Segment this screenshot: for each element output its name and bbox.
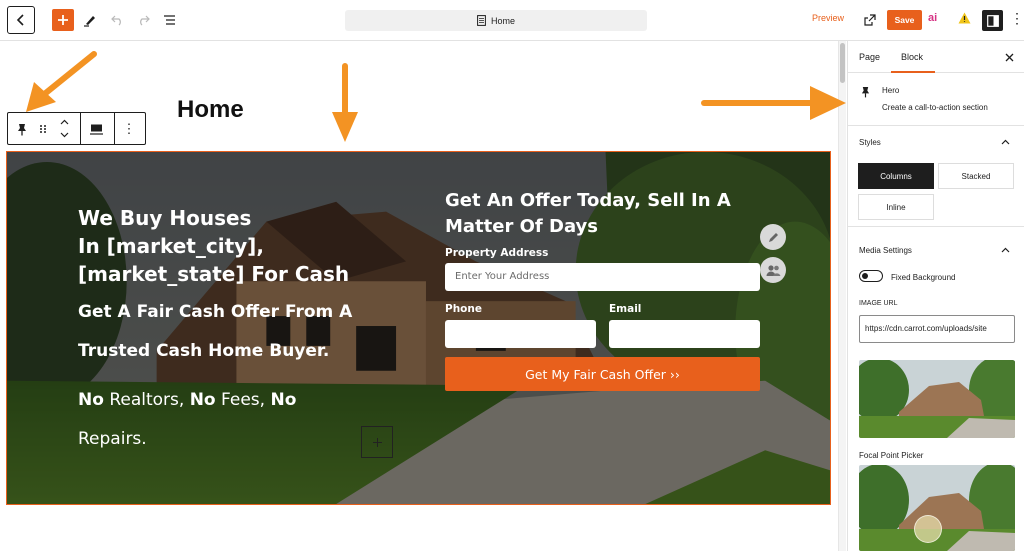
- add-block-inline-button[interactable]: [361, 426, 393, 458]
- page-icon: [477, 15, 486, 26]
- address-label: Property Address: [445, 247, 549, 259]
- form-heading[interactable]: Get An Offer Today, Sell In A Matter Of …: [445, 188, 745, 240]
- pin-icon: [861, 87, 870, 98]
- form-heading-line: Get An Offer Today, Sell In A: [445, 190, 731, 211]
- hero-benefits[interactable]: No Realtors, No Fees, No: [78, 390, 296, 410]
- annotation-arrow-icon: [26, 51, 97, 112]
- users-icon: [766, 264, 780, 276]
- chevron-down-icon: [60, 132, 68, 138]
- annotation-arrow-icon: [332, 63, 358, 142]
- cta-button[interactable]: Get My Fair Cash Offer ››: [445, 357, 760, 391]
- benefit-no: No: [270, 390, 297, 410]
- hero-heading-line: We Buy Houses: [78, 206, 252, 230]
- redo-button[interactable]: [135, 12, 151, 28]
- scrollbar-thumb[interactable]: [840, 43, 845, 83]
- ai-assistant-icon[interactable]: ai: [928, 12, 937, 24]
- toolbar-divider: [114, 113, 115, 144]
- preview-button[interactable]: Preview: [812, 13, 844, 23]
- style-stacked-button[interactable]: Stacked: [938, 163, 1014, 189]
- undo-icon: [110, 15, 121, 26]
- block-description: Create a call-to-action section: [882, 103, 988, 112]
- move-down-button[interactable]: [57, 129, 71, 141]
- plus-icon: [372, 437, 382, 447]
- drag-handle-icon: [40, 125, 46, 133]
- hero-subheading[interactable]: Trusted Cash Home Buyer.: [78, 341, 329, 361]
- block-options-icon[interactable]: ⋮: [121, 121, 137, 137]
- address-input[interactable]: Enter Your Address: [445, 263, 760, 291]
- tab-block[interactable]: Block: [901, 52, 923, 62]
- external-link-icon: [864, 14, 876, 26]
- page-title[interactable]: Home: [177, 96, 244, 124]
- block-name: Hero: [882, 86, 900, 95]
- toggle-knob: [862, 272, 868, 279]
- redo-icon: [139, 15, 150, 26]
- phone-label: Phone: [445, 303, 482, 315]
- style-columns-button[interactable]: Columns: [858, 163, 934, 189]
- tools-pen-button[interactable]: [82, 12, 98, 28]
- benefit-no: No: [189, 390, 216, 410]
- benefit-text: Fees,: [215, 390, 271, 410]
- chevron-up-icon[interactable]: [1001, 247, 1010, 253]
- top-toolbar: Home Preview Save ai ⋮: [0, 0, 1024, 41]
- settings-sidebar: Page Block Hero Create a call-to-action …: [847, 41, 1024, 551]
- fixed-background-label: Fixed Background: [891, 273, 956, 282]
- email-input[interactable]: [609, 320, 760, 348]
- phone-input[interactable]: [445, 320, 596, 348]
- pin-icon: [18, 123, 26, 135]
- focal-point-handle[interactable]: [914, 515, 942, 543]
- block-card: Hero Create a call-to-action section: [848, 74, 1024, 126]
- pencil-icon: [768, 232, 778, 242]
- hero-heading[interactable]: We Buy Houses In [market_city], [market_…: [78, 204, 378, 288]
- focal-point-picker[interactable]: [859, 465, 1015, 551]
- styles-heading[interactable]: Styles: [859, 138, 881, 147]
- warning-icon[interactable]: [958, 11, 971, 29]
- benefit-text: Realtors,: [103, 390, 190, 410]
- document-title: Home: [490, 15, 515, 26]
- benefit-no: No: [78, 390, 104, 410]
- form-heading-line: Matter Of Days: [445, 216, 598, 237]
- active-tab-indicator: [891, 71, 935, 73]
- document-overview-button[interactable]: [161, 12, 179, 28]
- style-inline-button[interactable]: Inline: [858, 194, 934, 220]
- document-title-bar[interactable]: Home: [345, 10, 647, 31]
- chevron-up-icon[interactable]: [1001, 139, 1010, 145]
- hero-block[interactable]: We Buy Houses In [market_city], [market_…: [6, 151, 831, 505]
- media-settings-heading[interactable]: Media Settings: [859, 246, 912, 255]
- back-button[interactable]: [7, 6, 35, 34]
- drag-handle[interactable]: [37, 122, 49, 136]
- hero-subheading[interactable]: Get A Fair Cash Offer From A: [78, 302, 352, 322]
- fixed-background-toggle[interactable]: [859, 270, 883, 282]
- tab-page[interactable]: Page: [859, 52, 880, 62]
- undo-button[interactable]: [109, 12, 125, 28]
- view-page-button[interactable]: [862, 12, 878, 28]
- list-view-icon: [164, 15, 175, 25]
- sidebar-tabs: Page Block: [848, 41, 1024, 73]
- editor-app: Home Preview Save ai ⋮ Home ⋮ We Buy Hou…: [0, 0, 1024, 551]
- plus-icon: [58, 15, 68, 25]
- save-button[interactable]: Save: [887, 10, 922, 30]
- edit-button[interactable]: [760, 224, 786, 250]
- hero-benefits-repairs[interactable]: Repairs.: [78, 429, 147, 449]
- block-type-button[interactable]: [14, 121, 30, 137]
- sidebar-icon: [986, 14, 999, 27]
- email-label: Email: [609, 303, 642, 315]
- hero-heading-line: [market_state] For Cash: [78, 262, 350, 286]
- close-sidebar-button[interactable]: [1005, 50, 1014, 65]
- full-width-icon: [89, 124, 103, 135]
- users-button[interactable]: [760, 257, 786, 283]
- close-icon: [1005, 53, 1014, 62]
- image-preview[interactable]: [859, 360, 1015, 438]
- styles-panel: Styles Columns Stacked Inline: [848, 127, 1024, 227]
- add-block-button[interactable]: [52, 9, 74, 31]
- pen-icon: [84, 16, 95, 27]
- image-url-label: IMAGE URL: [859, 300, 898, 307]
- focal-point-label: Focal Point Picker: [859, 451, 924, 460]
- more-options-icon[interactable]: ⋮: [1010, 11, 1024, 25]
- chevron-left-icon: [16, 14, 24, 26]
- settings-sidebar-toggle[interactable]: [982, 10, 1003, 31]
- annotation-arrow-icon: [701, 86, 846, 120]
- align-button[interactable]: [88, 121, 104, 137]
- image-url-input[interactable]: https://cdn.carrot.com/uploads/site: [859, 315, 1015, 343]
- hero-heading-line: In [market_city],: [78, 234, 264, 258]
